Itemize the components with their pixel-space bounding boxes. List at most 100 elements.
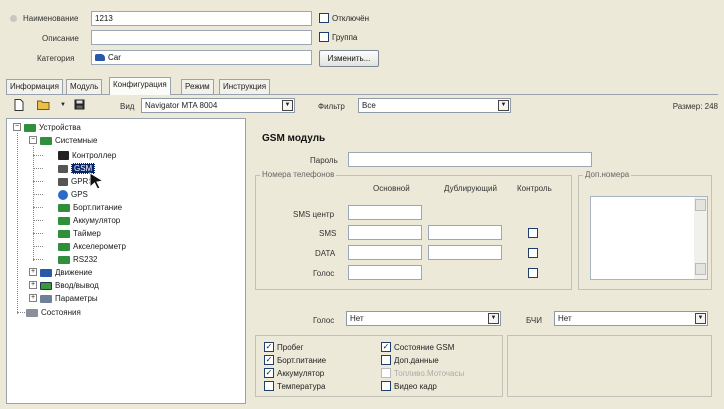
scrollbar-thumb-top[interactable] bbox=[695, 199, 706, 211]
category-value: Car bbox=[108, 53, 121, 62]
device-icon bbox=[58, 229, 70, 238]
tree-guide bbox=[33, 233, 43, 234]
scrollbar-thumb-bottom[interactable] bbox=[695, 263, 706, 275]
view-select[interactable]: Navigator MTA 8004 ▼ bbox=[141, 98, 295, 113]
tree-item-label: Системные bbox=[55, 136, 98, 145]
voice-control-checkbox[interactable] bbox=[528, 268, 538, 278]
device-icon bbox=[58, 242, 70, 251]
tree-item-label: RS232 bbox=[73, 255, 98, 264]
video-frame-checkbox[interactable] bbox=[381, 381, 391, 391]
battery-checkbox[interactable]: ✓ bbox=[264, 368, 274, 378]
tab-module[interactable]: Модуль bbox=[66, 79, 103, 94]
temperature-checkbox[interactable] bbox=[264, 381, 274, 391]
device-icon bbox=[58, 216, 70, 225]
tree-item-onboard-power[interactable]: Борт.питание bbox=[58, 201, 122, 214]
description-input[interactable] bbox=[91, 30, 312, 45]
device-tree[interactable] bbox=[6, 118, 246, 404]
password-label: Пароль bbox=[310, 156, 338, 165]
tree-item-label: Контроллер bbox=[72, 151, 117, 160]
row-sms-label: SMS bbox=[319, 229, 337, 238]
tree-item-rs232[interactable]: RS232 bbox=[58, 253, 97, 266]
tree-item-params[interactable]: Параметры bbox=[40, 292, 98, 305]
extra-data-checkbox[interactable] bbox=[381, 355, 391, 365]
new-document-icon[interactable] bbox=[13, 99, 25, 111]
tree-item-timer[interactable]: Таймер bbox=[58, 227, 101, 240]
column-main: Основной bbox=[373, 184, 410, 193]
bchi-select-value: Нет bbox=[558, 314, 572, 323]
chevron-down-icon: ▼ bbox=[282, 100, 293, 111]
tree-item-devices[interactable]: Устройства bbox=[24, 121, 81, 134]
tree-guide bbox=[33, 181, 43, 182]
tree-item-controller[interactable]: Контроллер bbox=[58, 149, 116, 162]
open-folder-icon[interactable] bbox=[37, 99, 50, 111]
tree-item-io[interactable]: Ввод/вывод bbox=[40, 279, 99, 292]
tab-instruction[interactable]: Инструкция bbox=[219, 79, 271, 94]
tree-item-motion[interactable]: Движение bbox=[40, 266, 92, 279]
tree-item-accelerometer[interactable]: Акселерометр bbox=[58, 240, 126, 253]
tree-collapse-icon[interactable]: − bbox=[29, 136, 37, 144]
sms-backup-input[interactable] bbox=[428, 225, 502, 240]
chevron-down-icon: ▼ bbox=[695, 313, 706, 324]
mileage-label: Пробег bbox=[277, 343, 304, 352]
gsm-state-checkbox[interactable]: ✓ bbox=[381, 342, 391, 352]
group-checkbox[interactable] bbox=[319, 32, 329, 42]
io-icon bbox=[40, 281, 52, 290]
voice-main-input[interactable] bbox=[348, 265, 422, 280]
device-icon bbox=[24, 123, 36, 132]
globe-icon bbox=[58, 189, 68, 200]
tree-collapse-icon[interactable]: − bbox=[13, 123, 21, 131]
sms-control-checkbox[interactable] bbox=[528, 228, 538, 238]
tree-expand-icon[interactable]: + bbox=[29, 268, 37, 276]
chip-icon bbox=[58, 151, 69, 161]
extra-data-label: Доп.данные bbox=[394, 356, 439, 365]
tree-item-states[interactable]: Состояния bbox=[26, 306, 81, 319]
tree-item-label: Параметры bbox=[55, 294, 98, 303]
tab-info[interactable]: Информация bbox=[6, 79, 63, 94]
onboard-power-checkbox[interactable]: ✓ bbox=[264, 355, 274, 365]
tree-guide bbox=[33, 155, 43, 156]
tree-guide bbox=[33, 259, 43, 260]
antenna-icon bbox=[58, 177, 68, 186]
mileage-checkbox[interactable]: ✓ bbox=[264, 342, 274, 352]
car-icon bbox=[95, 54, 105, 61]
disabled-label: Отключён bbox=[332, 14, 370, 23]
tree-item-gps[interactable]: GPS bbox=[58, 188, 88, 201]
name-input[interactable]: 1213 bbox=[91, 11, 312, 26]
filter-value: Все bbox=[362, 101, 376, 110]
extra-numbers-list[interactable] bbox=[590, 196, 708, 280]
disabled-checkbox[interactable] bbox=[319, 13, 329, 23]
row-voice-label: Голос bbox=[313, 269, 335, 278]
voice-select-value: Нет bbox=[350, 314, 364, 323]
tree-expand-icon[interactable]: + bbox=[29, 294, 37, 302]
extra-numbers-scrollbar[interactable] bbox=[694, 197, 707, 279]
device-icon bbox=[58, 255, 70, 264]
bchi-select[interactable]: Нет ▼ bbox=[554, 311, 708, 326]
video-frame-label: Видео кадр bbox=[394, 382, 437, 391]
dropdown-arrow-icon[interactable]: ▼ bbox=[57, 99, 69, 111]
tree-guide bbox=[33, 146, 34, 261]
tree-item-label: Устройства bbox=[39, 123, 81, 132]
tab-configuration[interactable]: Конфигурация bbox=[109, 77, 171, 95]
group-label: Группа bbox=[332, 33, 358, 42]
chevron-down-icon: ▼ bbox=[488, 313, 499, 324]
tab-mode[interactable]: Режим bbox=[181, 79, 214, 94]
sms-main-input[interactable] bbox=[348, 225, 422, 240]
tree-item-system[interactable]: Системные bbox=[40, 134, 97, 147]
data-control-checkbox[interactable] bbox=[528, 248, 538, 258]
params-icon bbox=[40, 294, 52, 303]
tree-item-label: Акселерометр bbox=[73, 242, 126, 251]
category-input[interactable]: Car bbox=[91, 50, 312, 65]
tree-guide bbox=[33, 194, 43, 195]
data-backup-input[interactable] bbox=[428, 245, 502, 260]
voice-select[interactable]: Нет ▼ bbox=[346, 311, 501, 326]
save-icon[interactable] bbox=[73, 99, 85, 111]
tree-expand-icon[interactable]: + bbox=[29, 281, 37, 289]
tree-item-label: Борт.питание bbox=[73, 203, 123, 212]
tree-item-battery[interactable]: Аккумулятор bbox=[58, 214, 120, 227]
data-main-input[interactable] bbox=[348, 245, 422, 260]
sms-center-main-input[interactable] bbox=[348, 205, 422, 220]
tree-item-label: GPS bbox=[71, 190, 88, 199]
password-input[interactable] bbox=[348, 152, 592, 167]
filter-select[interactable]: Все ▼ bbox=[358, 98, 511, 113]
change-category-button[interactable]: Изменить... bbox=[319, 50, 379, 67]
